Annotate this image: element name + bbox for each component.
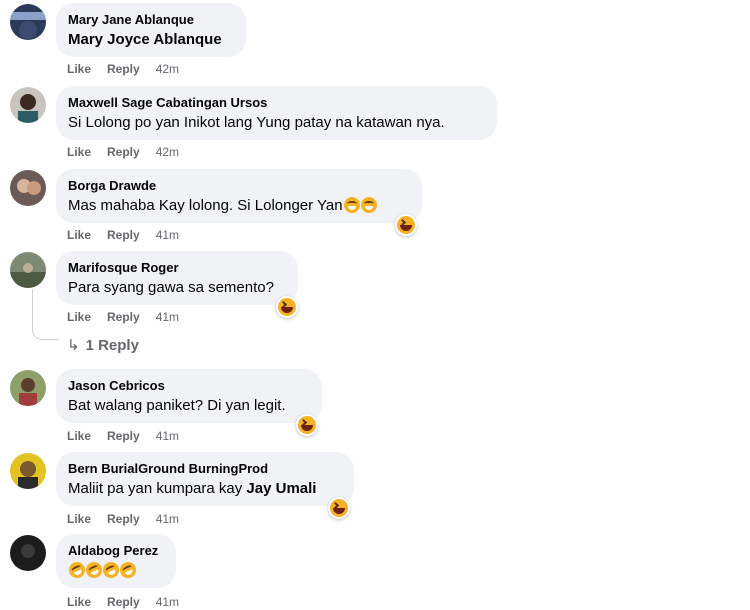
comment-text: Si Lolong po yan Inikot lang Yung patay … — [68, 114, 445, 131]
comment-actions: Like Reply 42m — [67, 61, 179, 77]
comment-bubble: Aldabog Perez — [56, 534, 176, 588]
comment-text: Bat walang paniket? Di yan legit. — [68, 397, 286, 414]
comment-text: Maliit pa yan kumpara kay Jay Umali — [68, 479, 342, 499]
mention-link[interactable]: Jay Umali — [246, 480, 316, 497]
comment-bubble: Mary Jane Ablanque Mary Joyce Ablanque — [56, 3, 246, 57]
like-button[interactable]: Like — [67, 310, 91, 324]
comment-actions: Like Reply 41m — [67, 428, 179, 444]
reply-button[interactable]: Reply — [107, 145, 140, 159]
comment-text: Mas mahaba Kay lolong. Si Lolonger Yan — [68, 196, 410, 216]
like-button[interactable]: Like — [67, 145, 91, 159]
comment-timestamp[interactable]: 41m — [156, 512, 179, 526]
avatar[interactable] — [10, 4, 46, 40]
comment-text — [66, 559, 164, 581]
like-button[interactable]: Like — [67, 228, 91, 242]
comment-timestamp[interactable]: 41m — [156, 310, 179, 324]
comment-author[interactable]: Maxwell Sage Cabatingan Ursos — [68, 94, 485, 111]
reply-thread-line — [32, 289, 59, 340]
reply-button[interactable]: Reply — [107, 512, 140, 526]
comment-actions: Like Reply 41m — [67, 511, 179, 527]
comment-actions: Like Reply 41m — [67, 309, 179, 325]
mention-link[interactable]: Mary Joyce Ablanque — [68, 31, 222, 48]
haha-reaction-icon — [278, 298, 296, 316]
avatar-image — [10, 453, 46, 489]
reaction-badge[interactable] — [276, 296, 298, 318]
view-replies-link[interactable]: ↳ 1 Reply — [67, 336, 139, 356]
avatar-image — [10, 87, 46, 123]
comment-actions: Like Reply 41m — [67, 227, 179, 243]
reaction-badge[interactable] — [395, 214, 417, 236]
comment-bubble: Maxwell Sage Cabatingan Ursos Si Lolong … — [56, 86, 497, 140]
rofl-emoji-icon — [117, 559, 139, 581]
comment-bubble: Bern BurialGround BurningProd Maliit pa … — [56, 452, 354, 506]
comment-author[interactable]: Aldabog Perez — [68, 542, 164, 559]
avatar[interactable] — [10, 453, 46, 489]
reply-button[interactable]: Reply — [107, 595, 140, 609]
haha-reaction-icon — [330, 499, 348, 517]
comment-timestamp[interactable]: 41m — [156, 595, 179, 609]
comment-author[interactable]: Marifosque Roger — [68, 259, 286, 276]
like-button[interactable]: Like — [67, 595, 91, 609]
avatar-image — [10, 252, 46, 288]
comment-timestamp[interactable]: 42m — [156, 145, 179, 159]
comment-text: Mary Joyce Ablanque — [68, 30, 234, 50]
reply-button[interactable]: Reply — [107, 310, 140, 324]
reply-button[interactable]: Reply — [107, 228, 140, 242]
avatar[interactable] — [10, 252, 46, 288]
comment-author[interactable]: Borga Drawde — [68, 177, 410, 194]
avatar[interactable] — [10, 370, 46, 406]
rofl-emoji-icon — [83, 559, 105, 581]
rofl-emoji-icon — [66, 559, 88, 581]
avatar[interactable] — [10, 170, 46, 206]
comment-timestamp[interactable]: 42m — [156, 62, 179, 76]
comment-text-body: Maliit pa yan kumpara kay — [68, 480, 247, 497]
reply-arrow-icon: ↳ — [67, 337, 80, 354]
like-button[interactable]: Like — [67, 62, 91, 76]
reply-button[interactable]: Reply — [107, 429, 140, 443]
comment-actions: Like Reply 41m — [67, 594, 179, 610]
rofl-emoji-icon — [100, 559, 122, 581]
grin-emoji-icon — [343, 197, 360, 213]
avatar-image — [10, 535, 46, 571]
reaction-badge[interactable] — [296, 414, 318, 436]
comment-author[interactable]: Bern BurialGround BurningProd — [68, 460, 342, 477]
comment-text: Para syang gawa sa semento? — [68, 279, 274, 296]
comment-timestamp[interactable]: 41m — [156, 429, 179, 443]
like-button[interactable]: Like — [67, 429, 91, 443]
haha-reaction-icon — [298, 416, 316, 434]
comment-bubble: Borga Drawde Mas mahaba Kay lolong. Si L… — [56, 169, 422, 223]
like-button[interactable]: Like — [67, 512, 91, 526]
haha-reaction-icon — [397, 216, 415, 234]
reply-count: 1 Reply — [85, 337, 139, 354]
avatar[interactable] — [10, 87, 46, 123]
comment-author[interactable]: Mary Jane Ablanque — [68, 11, 234, 28]
reaction-badge[interactable] — [328, 497, 350, 519]
comment-actions: Like Reply 42m — [67, 144, 179, 160]
comment-bubble: Marifosque Roger Para syang gawa sa seme… — [56, 251, 298, 305]
avatar-image — [10, 370, 46, 406]
avatar[interactable] — [10, 535, 46, 571]
comment-text-body: Mas mahaba Kay lolong. Si Lolonger Yan — [68, 197, 343, 214]
avatar-image — [10, 4, 46, 40]
comment-bubble: Jason Cebricos Bat walang paniket? Di ya… — [56, 369, 322, 423]
reply-button[interactable]: Reply — [107, 62, 140, 76]
grin-emoji-icon — [360, 197, 377, 213]
comment-timestamp[interactable]: 41m — [156, 228, 179, 242]
comment-author[interactable]: Jason Cebricos — [68, 377, 310, 394]
avatar-image — [10, 170, 46, 206]
